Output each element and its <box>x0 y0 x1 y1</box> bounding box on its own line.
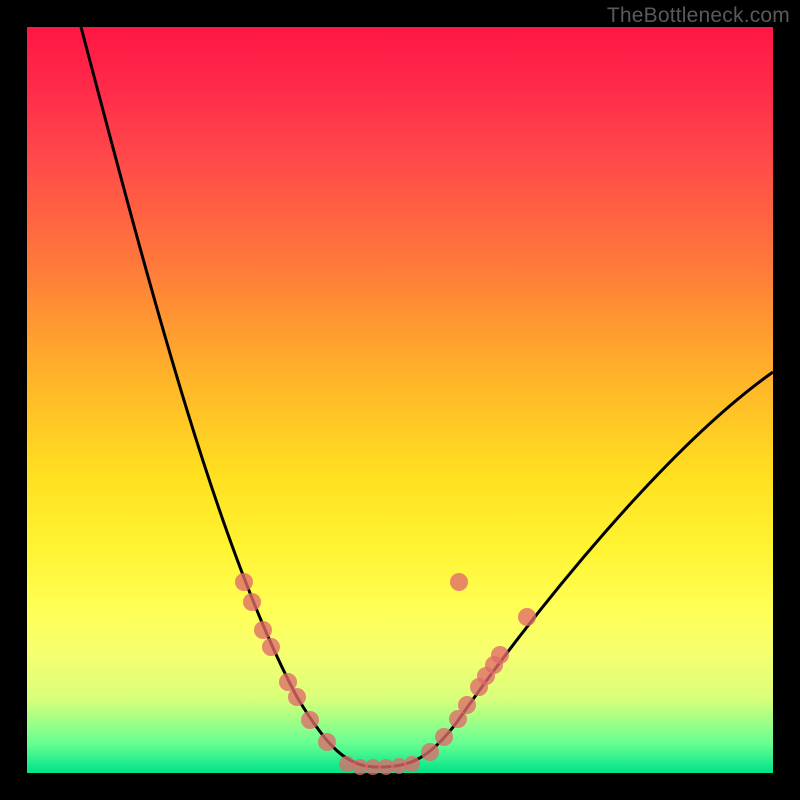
marker-dot <box>450 573 468 591</box>
marker-dot <box>421 743 439 761</box>
marker-dot <box>254 621 272 639</box>
marker-dot <box>288 688 306 706</box>
marker-dot <box>243 593 261 611</box>
marker-dot <box>279 673 297 691</box>
marker-dot <box>404 756 420 772</box>
marker-dot <box>235 573 253 591</box>
marker-dot <box>458 696 476 714</box>
curve-layer <box>27 27 773 773</box>
marker-dot <box>518 608 536 626</box>
watermark-text: TheBottleneck.com <box>607 4 790 28</box>
marker-dot <box>435 728 453 746</box>
marker-dot <box>301 711 319 729</box>
chart-frame: TheBottleneck.com <box>0 0 800 800</box>
plot-area <box>27 27 773 773</box>
marker-group <box>235 573 536 775</box>
marker-dot <box>318 733 336 751</box>
bottleneck-curve <box>81 27 773 767</box>
marker-dot <box>491 646 509 664</box>
marker-dot <box>262 638 280 656</box>
